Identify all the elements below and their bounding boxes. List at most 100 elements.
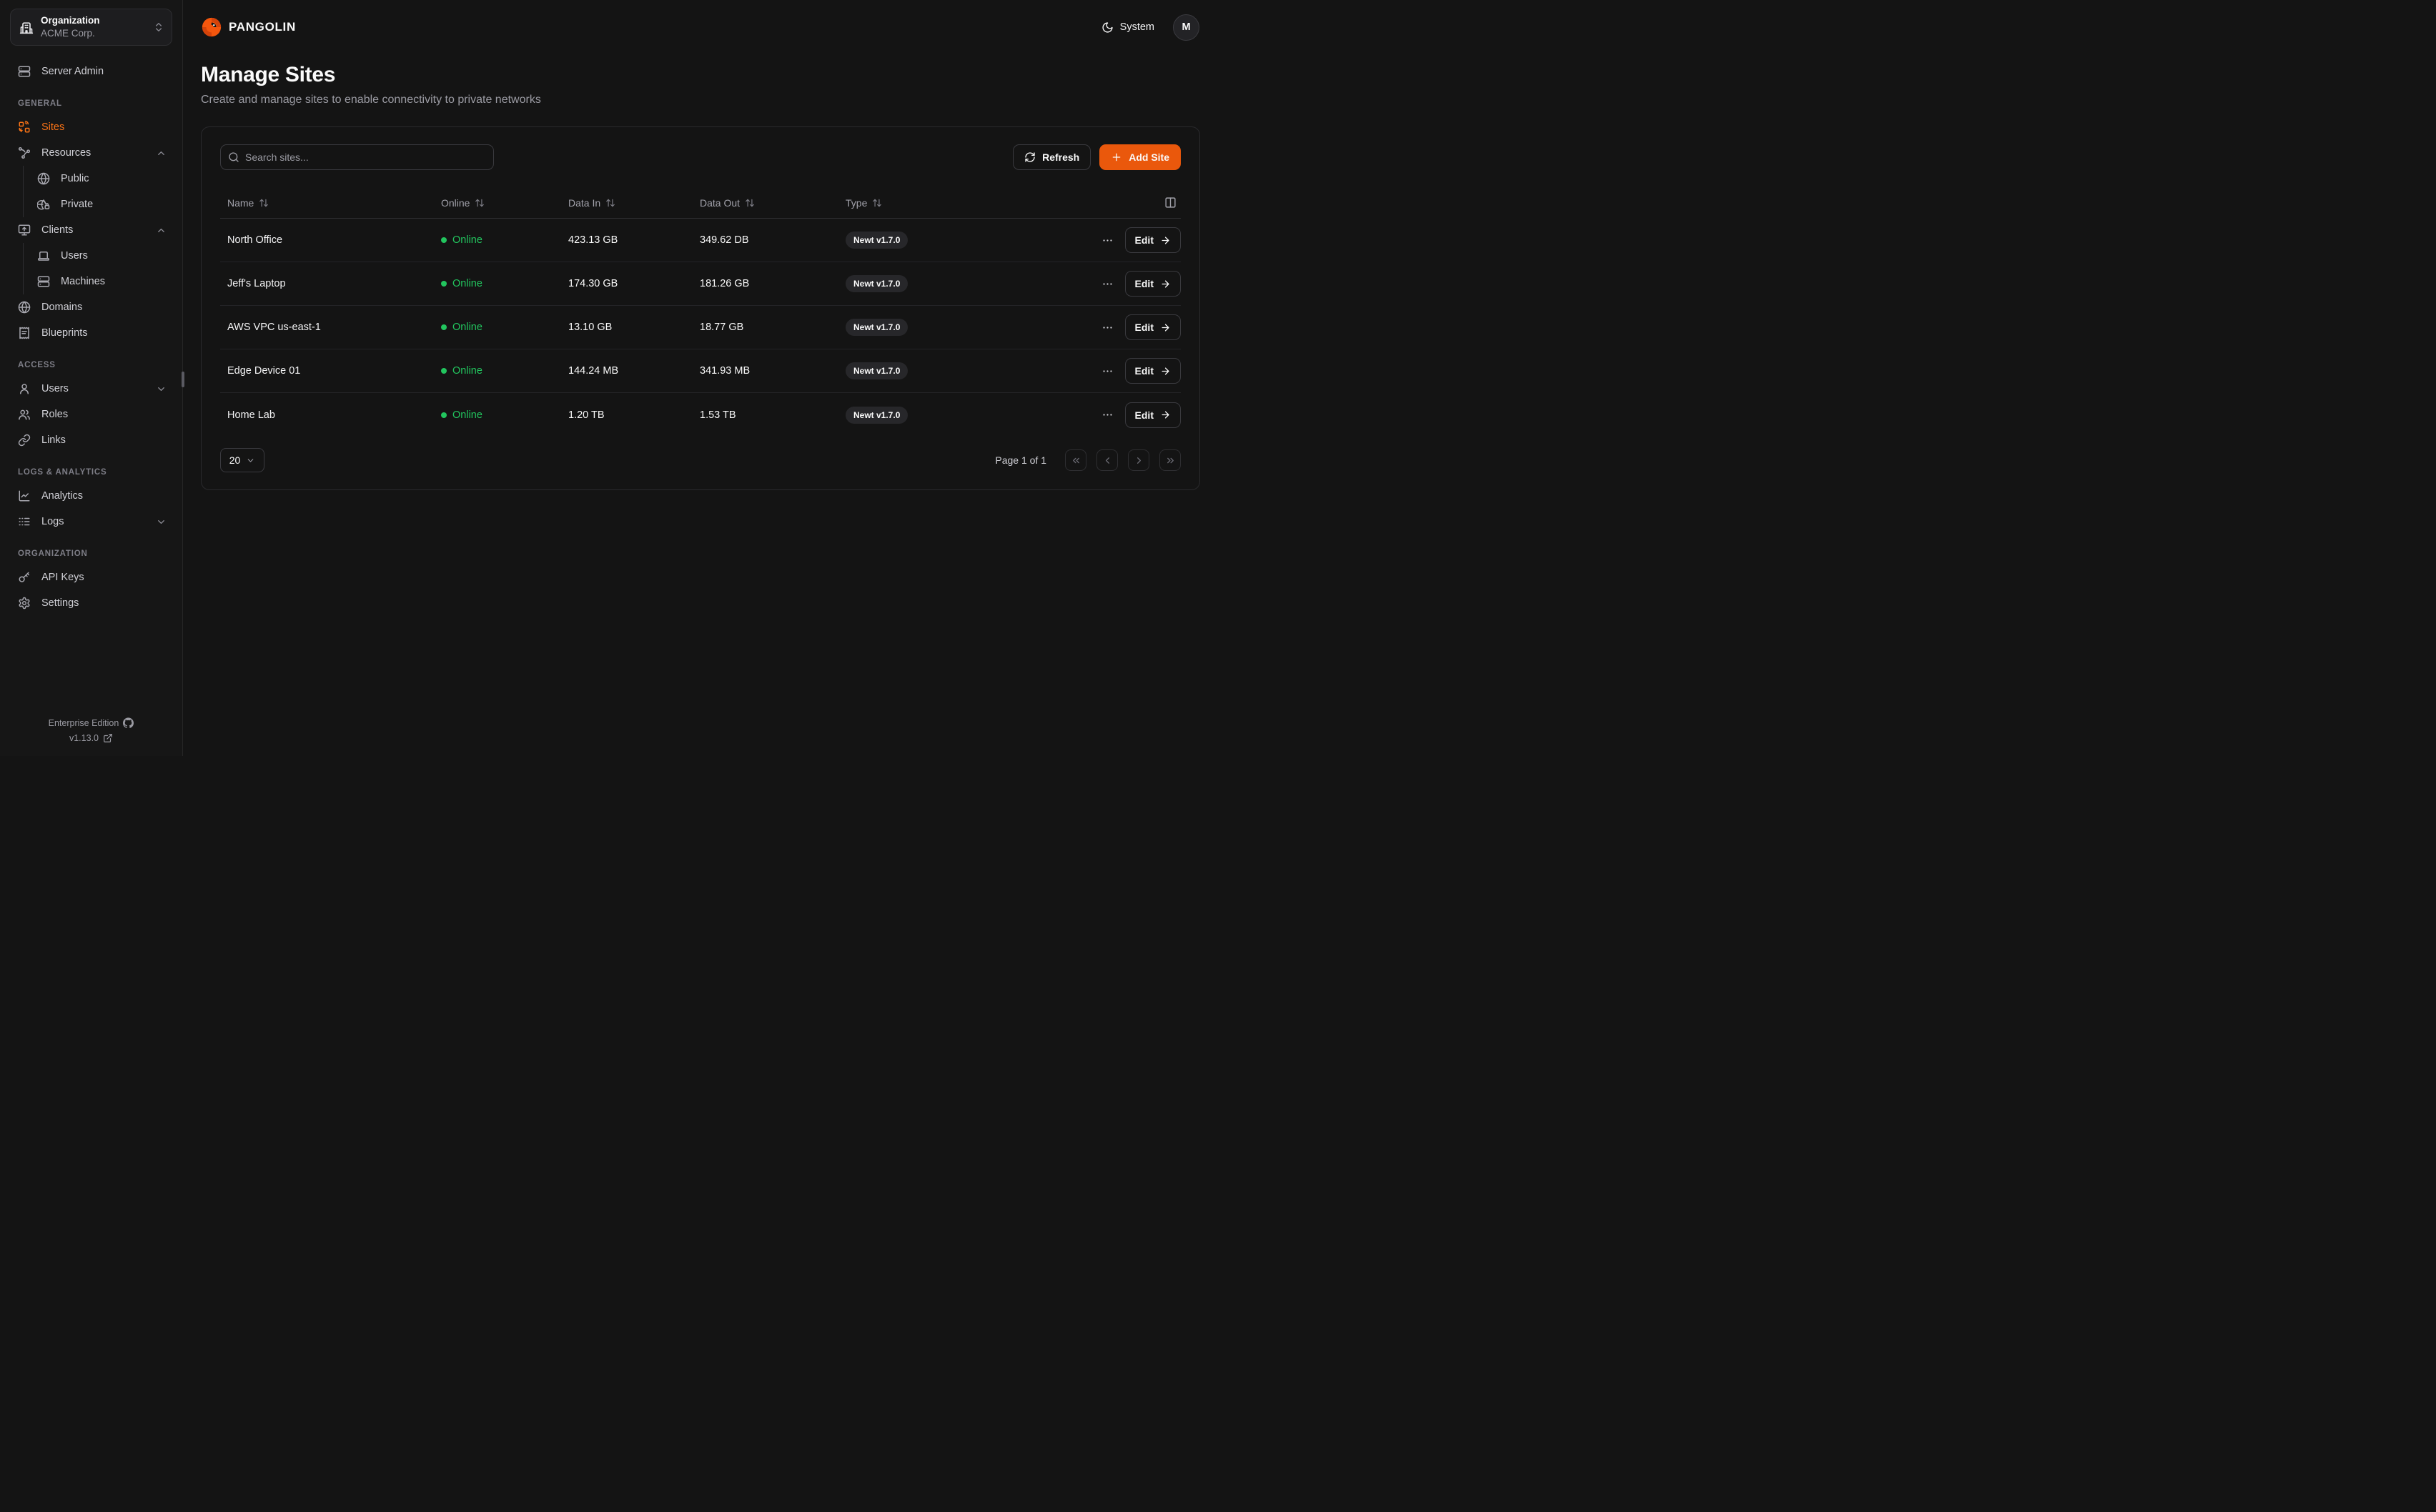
- column-header-name[interactable]: Name: [227, 197, 441, 209]
- github-icon[interactable]: [123, 717, 134, 728]
- page-info: Page 1 of 1: [995, 454, 1046, 466]
- org-switcher-value: ACME Corp.: [41, 27, 146, 40]
- search-input[interactable]: [220, 144, 494, 170]
- brand[interactable]: PANGOLIN: [201, 16, 296, 38]
- sidebar-item-logs[interactable]: Logs: [9, 509, 174, 534]
- edit-button[interactable]: Edit: [1125, 402, 1181, 428]
- type-badge: Newt v1.7.0: [846, 319, 908, 336]
- theme-label: System: [1120, 21, 1154, 33]
- row-menu-button[interactable]: [1099, 406, 1116, 424]
- type-badge: Newt v1.7.0: [846, 275, 908, 292]
- edit-button[interactable]: Edit: [1125, 314, 1181, 340]
- clients-subgroup: Users Machines: [23, 243, 174, 294]
- sidebar-item-resources[interactable]: Resources: [9, 140, 174, 166]
- add-site-button[interactable]: Add Site: [1099, 144, 1181, 170]
- chevron-down-icon: [156, 517, 167, 527]
- sidebar-item-users[interactable]: Users: [9, 376, 174, 402]
- gear-icon: [18, 597, 31, 610]
- version-link[interactable]: v1.13.0: [69, 733, 113, 743]
- site-status-cell: Online: [441, 234, 568, 246]
- edit-button[interactable]: Edit: [1125, 358, 1181, 384]
- data-in-cell: 174.30 GB: [568, 278, 700, 289]
- search-icon: [228, 151, 239, 163]
- chevron-right-icon: [1134, 455, 1144, 466]
- refresh-button[interactable]: Refresh: [1013, 144, 1091, 170]
- sites-icon: [18, 121, 31, 134]
- chevrons-left-icon: [1071, 455, 1081, 466]
- sidebar-item-private[interactable]: Private: [30, 192, 174, 217]
- data-in-cell: 1.20 TB: [568, 409, 700, 421]
- column-header-online[interactable]: Online: [441, 197, 568, 209]
- sidebar-item-server-admin[interactable]: Server Admin: [9, 59, 174, 84]
- sidebar-item-label: Public: [61, 173, 167, 184]
- globe-icon: [37, 172, 50, 185]
- data-in-cell: 423.13 GB: [568, 234, 700, 246]
- page-size-select[interactable]: 20: [220, 448, 264, 472]
- sidebar-item-blueprints[interactable]: Blueprints: [9, 320, 174, 346]
- sidebar-item-label: API Keys: [41, 572, 167, 583]
- avatar[interactable]: M: [1173, 14, 1199, 41]
- table-row: Home Lab Online 1.20 TB 1.53 TB Newt v1.…: [220, 393, 1181, 437]
- column-header-data-in[interactable]: Data In: [568, 197, 700, 209]
- row-menu-button[interactable]: [1099, 362, 1116, 380]
- column-header-type[interactable]: Type: [846, 197, 1084, 209]
- sidebar-item-machines[interactable]: Machines: [30, 269, 174, 294]
- version-label: v1.13.0: [69, 733, 99, 743]
- edit-button[interactable]: Edit: [1125, 227, 1181, 253]
- online-dot: [441, 237, 447, 243]
- org-switcher[interactable]: Organization ACME Corp.: [10, 9, 172, 46]
- sidebar-item-label: Links: [41, 434, 167, 446]
- last-page-button[interactable]: [1159, 449, 1181, 471]
- columns-icon[interactable]: [1164, 197, 1177, 209]
- page-head: Manage Sites Create and manage sites to …: [183, 54, 1218, 106]
- arrow-up-down-icon: [745, 198, 755, 208]
- first-page-button[interactable]: [1065, 449, 1086, 471]
- edit-button[interactable]: Edit: [1125, 271, 1181, 297]
- site-name-cell: Jeff's Laptop: [227, 278, 441, 289]
- monitor-up-icon: [18, 224, 31, 237]
- building-icon: [19, 20, 34, 34]
- data-in-cell: 13.10 GB: [568, 322, 700, 333]
- receipt-icon: [18, 327, 31, 339]
- sidebar-item-label: Settings: [41, 597, 167, 609]
- type-badge: Newt v1.7.0: [846, 232, 908, 249]
- sidebar-resize-handle[interactable]: [182, 372, 184, 387]
- sidebar-item-analytics[interactable]: Analytics: [9, 483, 174, 509]
- arrow-up-down-icon: [605, 198, 615, 208]
- arrow-up-down-icon: [475, 198, 485, 208]
- page-subtitle: Create and manage sites to enable connec…: [201, 94, 1199, 106]
- ellipsis-icon: [1101, 409, 1114, 421]
- sidebar-item-label: Users: [61, 250, 167, 262]
- arrow-right-icon: [1160, 322, 1171, 333]
- row-menu-button[interactable]: [1099, 232, 1116, 249]
- column-header-data-out[interactable]: Data Out: [700, 197, 846, 209]
- section-label-logs-analytics: LOGS & ANALYTICS: [9, 462, 174, 483]
- site-status-cell: Online: [441, 278, 568, 289]
- sites-table: Name Online Data In: [220, 187, 1181, 437]
- data-out-cell: 1.53 TB: [700, 409, 846, 421]
- row-menu-button[interactable]: [1099, 319, 1116, 337]
- row-menu-button[interactable]: [1099, 275, 1116, 293]
- sidebar-item-settings[interactable]: Settings: [9, 590, 174, 616]
- add-site-label: Add Site: [1129, 151, 1169, 163]
- next-page-button[interactable]: [1128, 449, 1149, 471]
- sidebar-item-api-keys[interactable]: API Keys: [9, 564, 174, 590]
- page-title: Manage Sites: [201, 63, 1199, 87]
- laptop-icon: [37, 249, 50, 262]
- site-status-cell: Online: [441, 409, 568, 421]
- chevron-up-icon: [156, 225, 167, 236]
- sidebar-item-domains[interactable]: Domains: [9, 294, 174, 320]
- sidebar-item-label: Users: [41, 383, 145, 394]
- sidebar-item-public[interactable]: Public: [30, 166, 174, 192]
- sidebar-item-label: Sites: [41, 121, 167, 133]
- sidebar-item-roles[interactable]: Roles: [9, 402, 174, 427]
- sidebar-item-client-users[interactable]: Users: [30, 243, 174, 269]
- data-out-cell: 349.62 DB: [700, 234, 846, 246]
- refresh-icon: [1024, 151, 1036, 163]
- arrow-up-down-icon: [872, 198, 882, 208]
- sidebar-item-links[interactable]: Links: [9, 427, 174, 453]
- prev-page-button[interactable]: [1096, 449, 1118, 471]
- sidebar-item-clients[interactable]: Clients: [9, 217, 174, 243]
- theme-toggle[interactable]: System: [1101, 21, 1154, 34]
- sidebar-item-sites[interactable]: Sites: [9, 114, 174, 140]
